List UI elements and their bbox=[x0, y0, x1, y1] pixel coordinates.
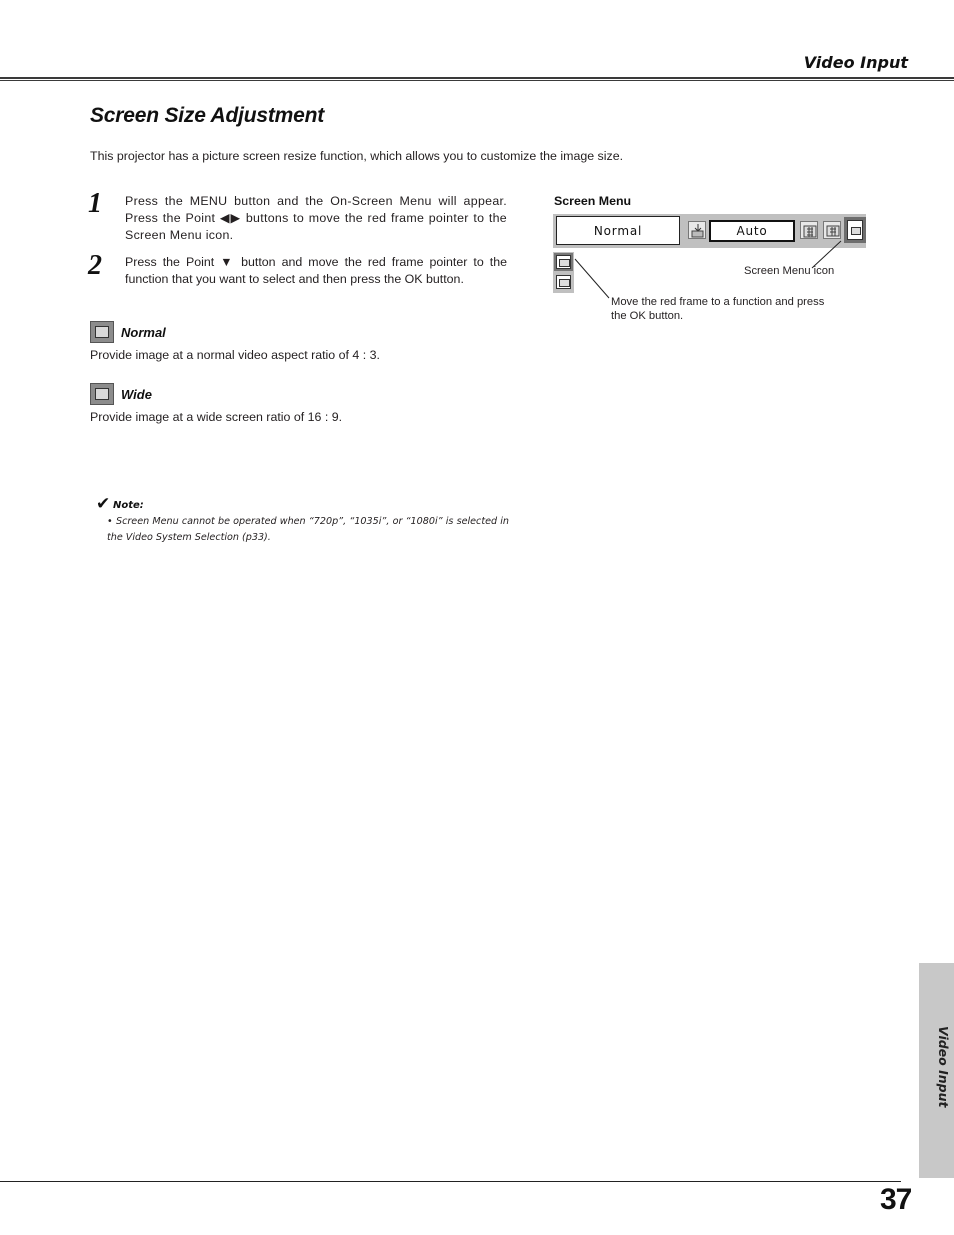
image-select-icon bbox=[823, 221, 841, 239]
intro-paragraph: This projector has a picture screen resi… bbox=[90, 149, 624, 163]
menu-auto-display: Auto bbox=[709, 220, 795, 242]
figure-title: Screen Menu bbox=[554, 194, 632, 208]
screen-submenu bbox=[553, 252, 574, 293]
normal-screen-icon bbox=[90, 321, 114, 343]
callout-red-frame: Move the red frame to a function and pre… bbox=[611, 296, 825, 322]
header-rule-thin bbox=[0, 80, 954, 81]
option-desc-normal: Provide image at a normal video aspect r… bbox=[90, 348, 380, 362]
submenu-wide-icon bbox=[556, 275, 571, 289]
checkmark-icon: ✔ bbox=[96, 494, 111, 514]
option-label-normal: Normal bbox=[121, 325, 166, 340]
submenu-normal-icon bbox=[556, 255, 571, 269]
note-label: Note: bbox=[113, 500, 144, 511]
note-body: Screen Menu cannot be operated when “720… bbox=[107, 516, 509, 543]
callout-screen-menu-icon: Screen Menu icon bbox=[744, 265, 835, 277]
wide-screen-icon bbox=[90, 383, 114, 405]
note-bullet: • bbox=[107, 516, 113, 527]
step-text-1: Press the MENU button and the On-Screen … bbox=[125, 194, 507, 242]
screen-menu-icon bbox=[844, 217, 866, 243]
menu-normal-display: Normal bbox=[556, 216, 680, 245]
leader-red-frame bbox=[574, 258, 610, 299]
page-number: 37 bbox=[880, 1183, 912, 1216]
step-text-2: Press the Point ▼ button and move the re… bbox=[125, 255, 507, 286]
note-text: • Screen Menu cannot be operated when “72… bbox=[107, 514, 509, 546]
image-adjust-icon bbox=[800, 221, 818, 239]
page-title: Screen Size Adjustment bbox=[90, 104, 325, 127]
side-tab-label: Video Input bbox=[936, 1026, 951, 1108]
option-desc-wide: Provide image at a wide screen ratio of … bbox=[90, 410, 343, 424]
step-number-2: 2 bbox=[88, 250, 102, 281]
step-number-1: 1 bbox=[88, 188, 102, 219]
pc-adjust-icon bbox=[688, 221, 706, 239]
footer-rule bbox=[0, 1181, 901, 1182]
header-rule bbox=[0, 77, 954, 79]
option-label-wide: Wide bbox=[121, 387, 152, 402]
header-section-title: Video Input bbox=[803, 53, 908, 72]
